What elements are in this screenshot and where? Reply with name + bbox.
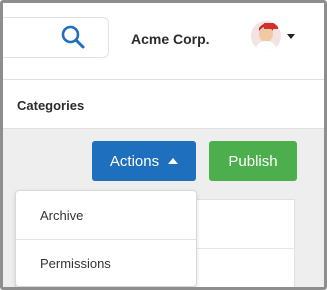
actions-dropdown-menu: Archive Permissions — [15, 190, 197, 287]
content-divider — [195, 248, 295, 249]
publish-button[interactable]: Publish — [209, 141, 297, 181]
search-icon[interactable] — [60, 24, 86, 50]
top-header: Acme Corp. — [3, 3, 324, 80]
company-name: Acme Corp. — [131, 31, 210, 47]
menu-item-archive[interactable]: Archive — [16, 191, 196, 239]
menu-item-label: Permissions — [40, 256, 111, 271]
publish-label: Publish — [228, 152, 278, 170]
actions-button[interactable]: Actions — [92, 141, 196, 181]
avatar-image — [251, 21, 281, 51]
caret-down-icon[interactable] — [287, 34, 295, 39]
app-window: Acme Corp. Categories Actions Publish Ar… — [0, 0, 327, 290]
avatar[interactable] — [251, 21, 281, 51]
search-input[interactable] — [3, 17, 109, 58]
actions-label: Actions — [109, 152, 160, 170]
menu-item-label: Archive — [40, 207, 84, 223]
caret-up-icon — [168, 158, 179, 164]
nav-categories[interactable]: Categories — [17, 98, 84, 113]
menu-item-permissions[interactable]: Permissions — [16, 239, 196, 287]
